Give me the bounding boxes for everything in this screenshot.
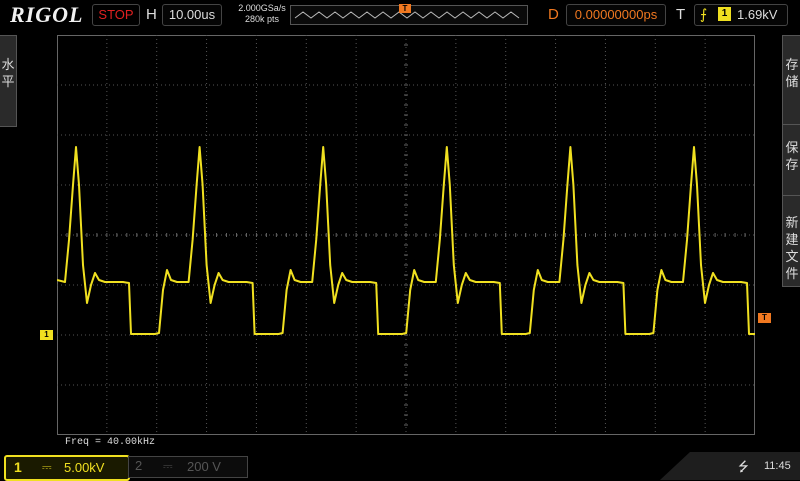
right-menu-storage[interactable]: 存 储 bbox=[782, 35, 800, 125]
frequency-measurement: Freq = 40.00kHz bbox=[65, 437, 156, 448]
newfile-char-2: 建 bbox=[785, 232, 799, 247]
sample-rate: 2.000GSa/s bbox=[238, 3, 286, 13]
timebase-value[interactable]: 10.00us bbox=[162, 4, 222, 26]
system-clock: 11:45 bbox=[764, 460, 791, 472]
waveform-display[interactable] bbox=[57, 35, 755, 435]
trigger-source-badge: 1 bbox=[718, 7, 731, 21]
ch1-offset-marker[interactable]: 1 bbox=[40, 330, 53, 340]
delay-value[interactable]: 0.00000000ps bbox=[566, 4, 666, 26]
trigger-level: 1.69kV bbox=[737, 7, 778, 22]
storage-char-1: 存 bbox=[785, 57, 799, 72]
right-menu-save[interactable]: 保 存 bbox=[782, 124, 800, 196]
top-status-bar: RIGOL STOP H 10.00us 2.000GSa/s 280k pts… bbox=[0, 0, 800, 30]
newfile-char-1: 新 bbox=[785, 215, 799, 230]
trigger-label: T bbox=[676, 6, 686, 23]
brand-logo: RIGOL bbox=[10, 2, 84, 27]
horizontal-label: H bbox=[146, 6, 157, 23]
rising-edge-icon: ⨍ bbox=[700, 6, 708, 22]
channel-status-bar: 1 ⎓ 5.00kV 2 ⎓ 200 V ⭍ 11:45 bbox=[0, 452, 800, 481]
ch2-scale: 200 V bbox=[187, 459, 221, 474]
horizontal-menu-char-1: 水 bbox=[1, 57, 15, 72]
acquisition-info: 2.000GSa/s 280k pts bbox=[232, 3, 292, 25]
ch1-scale: 5.00kV bbox=[64, 460, 105, 475]
ch2-number: 2 bbox=[135, 458, 143, 473]
dc-coupling-icon: ⎓ bbox=[42, 460, 52, 474]
ch2-settings[interactable]: 2 ⎓ 200 V bbox=[128, 456, 248, 478]
horizontal-menu-tab[interactable]: 水 平 bbox=[0, 35, 17, 127]
save-char-2: 存 bbox=[785, 157, 799, 172]
run-stop-status[interactable]: STOP bbox=[92, 4, 140, 26]
right-menu-new-file[interactable]: 新 建 文 件 bbox=[782, 195, 800, 287]
newfile-char-4: 件 bbox=[785, 266, 799, 281]
memory-depth: 280k pts bbox=[244, 14, 280, 24]
delay-label: D bbox=[548, 6, 559, 23]
horizontal-menu-char-2: 平 bbox=[1, 74, 15, 89]
usb-icon: ⭍ bbox=[738, 459, 749, 474]
trigger-position-marker[interactable]: T bbox=[399, 4, 411, 13]
dc-coupling-icon: ⎓ bbox=[163, 459, 173, 473]
newfile-char-3: 文 bbox=[785, 249, 799, 264]
save-char-1: 保 bbox=[785, 140, 799, 155]
ch1-settings[interactable]: 1 ⎓ 5.00kV bbox=[4, 455, 130, 481]
trigger-level-marker[interactable]: T bbox=[758, 313, 771, 323]
storage-char-2: 储 bbox=[785, 74, 799, 89]
ch1-number: 1 bbox=[14, 459, 22, 475]
